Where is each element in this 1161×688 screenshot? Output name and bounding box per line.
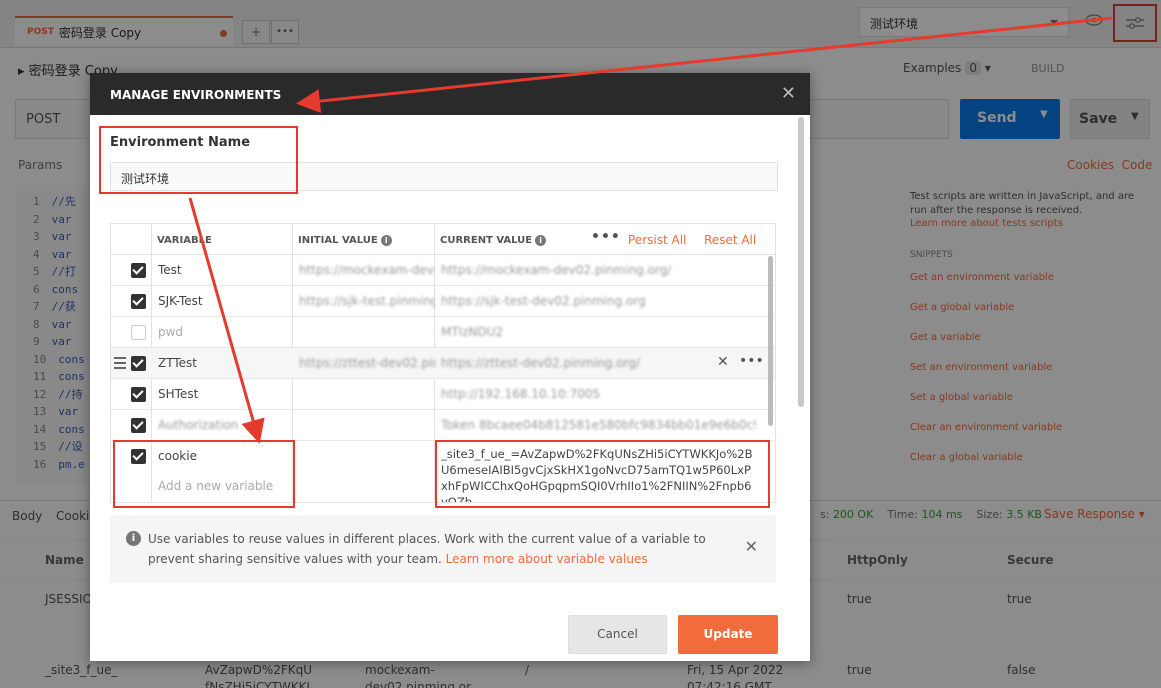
cancel-button[interactable]: Cancel (568, 615, 667, 654)
variable-initial-value[interactable]: https://mockexam-dev02.pinming.org/ (299, 263, 435, 277)
variable-current-value[interactable]: https://zttest-dev02.pinming.org/ (441, 356, 756, 370)
table-scrollbar[interactable] (768, 256, 773, 426)
persist-all-button[interactable]: Persist All (628, 233, 686, 247)
reset-all-button[interactable]: Reset All (704, 233, 756, 247)
variable-row[interactable]: ZTTest https://zttest-dev02.pinming.org/h… (111, 348, 775, 379)
delete-variable-icon[interactable]: ✕ (717, 354, 729, 370)
variable-key[interactable]: SHTest (158, 387, 198, 401)
variable-key[interactable]: SJK-Test (158, 294, 203, 308)
variable-initial-value[interactable]: https://sjk-test.pinming.org (299, 294, 435, 308)
table-more-icon[interactable]: ••• (591, 229, 621, 245)
variables-info-banner: i Use variables to reuse values in diffe… (110, 515, 776, 583)
drag-handle-icon[interactable] (114, 357, 126, 372)
variable-enabled-checkbox[interactable] (131, 356, 146, 371)
variable-current-value[interactable]: http://192.168.10.10:7005 (441, 387, 756, 401)
variable-current-value[interactable]: https://mockexam-dev02.pinming.org/ (441, 263, 756, 277)
update-button[interactable]: Update (678, 615, 778, 654)
variable-enabled-checkbox[interactable] (131, 263, 146, 278)
variable-key[interactable]: pwd (158, 325, 183, 339)
annotation-box-env-name (99, 126, 298, 194)
variable-row[interactable]: SHTest http://192.168.10.10:7005 (111, 379, 775, 410)
variable-key[interactable]: Authorization (158, 418, 238, 432)
variable-row[interactable]: pwd MTIzNDU2 (111, 317, 775, 348)
variable-initial-value[interactable]: https://zttest-dev02.pinming.org/ (299, 356, 435, 370)
variable-row[interactable]: Test https://mockexam-dev02.pinming.org/h… (111, 255, 775, 286)
close-icon[interactable]: ✕ (781, 83, 796, 104)
variable-current-value[interactable]: https://sjk-test-dev02.pinming.org (441, 294, 756, 308)
variables-table-header: VARIABLE INITIAL VALUE i CURRENT VALUE i •… (111, 224, 775, 255)
variable-key[interactable]: ZTTest (158, 356, 197, 370)
modal-header: MANAGE ENVIRONMENTS ✕ (90, 73, 810, 115)
learn-variable-values-link[interactable]: Learn more about variable values (446, 552, 648, 566)
info-icon[interactable]: i (535, 235, 547, 246)
variable-row[interactable]: Authorization Token 8bcaee04b812581e580bf… (111, 410, 775, 441)
info-icon: i (126, 531, 141, 546)
modal-title: MANAGE ENVIRONMENTS (110, 88, 282, 102)
variable-enabled-checkbox[interactable] (131, 325, 146, 340)
header-variable: VARIABLE (157, 235, 212, 246)
close-icon[interactable]: ✕ (745, 537, 758, 557)
variable-enabled-checkbox[interactable] (131, 387, 146, 402)
info-icon[interactable]: i (380, 235, 392, 246)
header-current-value: CURRENT VALUE i (440, 235, 547, 246)
variable-enabled-checkbox[interactable] (131, 294, 146, 309)
header-initial-value: INITIAL VALUE i (298, 235, 392, 246)
variable-current-value[interactable]: MTIzNDU2 (441, 325, 756, 339)
variable-enabled-checkbox[interactable] (131, 418, 146, 433)
annotation-box-cookie-value (435, 440, 770, 508)
variable-current-value[interactable]: Token 8bcaee04b812581e580bfc9834bb01e9e6… (441, 418, 756, 432)
annotation-box-cookie-key (113, 440, 295, 508)
modal-scrollbar[interactable] (798, 117, 804, 407)
manage-environments-modal: MANAGE ENVIRONMENTS ✕ Environment Name 测… (90, 73, 810, 661)
variable-key[interactable]: Test (158, 263, 182, 277)
row-more-icon[interactable]: ••• (739, 353, 764, 369)
variable-row[interactable]: SJK-Test https://sjk-test.pinming.org http… (111, 286, 775, 317)
